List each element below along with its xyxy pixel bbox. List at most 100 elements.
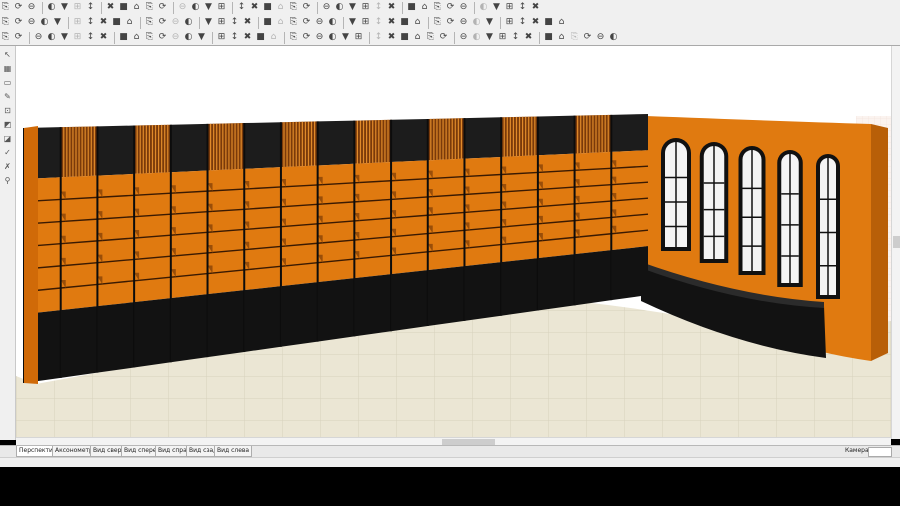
toolbar-button-icon[interactable]: ⊞ <box>497 32 508 43</box>
toolbar-button-icon[interactable]: ◐ <box>46 2 57 13</box>
toolbar-button-icon[interactable]: ⌂ <box>556 17 567 28</box>
toolbar-button-icon[interactable]: ⎘ <box>0 17 11 28</box>
toolbar-button-icon[interactable]: ⟳ <box>445 2 456 13</box>
toolbar-button-icon[interactable]: ✖ <box>98 17 109 28</box>
toolbar-button-icon[interactable]: ◐ <box>334 2 345 13</box>
toolbar-button-icon[interactable]: ⎘ <box>0 2 11 13</box>
camera-select[interactable] <box>868 447 892 457</box>
toolbar-button-icon[interactable]: ↕ <box>85 2 96 13</box>
toolbar-button-icon[interactable]: ⊖ <box>177 2 188 13</box>
palette-tool-icon[interactable]: ⚲ <box>2 175 13 186</box>
toolbar-button-icon[interactable]: ⟳ <box>301 32 312 43</box>
toolbar-button-icon[interactable]: ⊖ <box>314 17 325 28</box>
toolbar-button-icon[interactable]: ⟳ <box>157 17 168 28</box>
toolbar-button-icon[interactable]: ◐ <box>608 32 619 43</box>
toolbar-button-icon[interactable]: ⊖ <box>458 32 469 43</box>
toolbar-button-icon[interactable]: ⟳ <box>157 32 168 43</box>
toolbar-button-icon[interactable]: ⊞ <box>72 2 83 13</box>
toolbar-button-icon[interactable]: ✖ <box>386 2 397 13</box>
toolbar-button-icon[interactable]: ✖ <box>98 32 109 43</box>
toolbar-button-icon[interactable]: ⌂ <box>412 17 423 28</box>
toolbar-button-icon[interactable]: ⎘ <box>425 32 436 43</box>
toolbar-button-icon[interactable]: ⊖ <box>321 2 332 13</box>
toolbar-button-icon[interactable]: ⎘ <box>144 2 155 13</box>
toolbar-button-icon[interactable]: ⌂ <box>131 32 142 43</box>
toolbar-button-icon[interactable]: ◐ <box>39 17 50 28</box>
toolbar-button-icon[interactable]: ⎘ <box>288 17 299 28</box>
toolbar-button-icon[interactable]: ↕ <box>229 32 240 43</box>
toolbar-button-icon[interactable]: ↕ <box>517 2 528 13</box>
toolbar-button-icon[interactable]: ⊞ <box>504 17 515 28</box>
palette-tool-icon[interactable]: ✓ <box>2 147 13 158</box>
toolbar-button-icon[interactable]: ◐ <box>183 32 194 43</box>
toolbar-button-icon[interactable]: ▼ <box>196 32 207 43</box>
toolbar-button-icon[interactable]: ↕ <box>517 17 528 28</box>
palette-tool-icon[interactable]: ◩ <box>2 119 13 130</box>
3d-viewport[interactable] <box>16 46 891 437</box>
toolbar-button-icon[interactable]: ↕ <box>510 32 521 43</box>
toolbar-button-icon[interactable]: ⌂ <box>556 32 567 43</box>
toolbar-button-icon[interactable]: ◐ <box>327 17 338 28</box>
toolbar-button-icon[interactable]: ⊖ <box>170 17 181 28</box>
toolbar-button-icon[interactable]: ◐ <box>471 17 482 28</box>
toolbar-button-icon[interactable]: ⊞ <box>216 2 227 13</box>
toolbar-button-icon[interactable]: ⊖ <box>314 32 325 43</box>
toolbar-button-icon[interactable]: ■ <box>111 17 122 28</box>
toolbar-button-icon[interactable]: ■ <box>543 32 554 43</box>
toolbar-button-icon[interactable]: ⟳ <box>582 32 593 43</box>
toolbar-button-icon[interactable]: ⟳ <box>13 17 24 28</box>
palette-tool-icon[interactable]: ▭ <box>2 77 13 88</box>
toolbar-button-icon[interactable]: ⎘ <box>288 32 299 43</box>
toolbar-button-icon[interactable]: ⎘ <box>432 17 443 28</box>
toolbar-button-icon[interactable]: ⌂ <box>275 2 286 13</box>
toolbar-button-icon[interactable]: ↕ <box>85 32 96 43</box>
toolbar-button-icon[interactable]: ⌂ <box>268 32 279 43</box>
toolbar-button-icon[interactable]: ↕ <box>373 32 384 43</box>
toolbar-button-icon[interactable]: ⊞ <box>504 2 515 13</box>
toolbar-button-icon[interactable]: ⌂ <box>412 32 423 43</box>
toolbar-button-icon[interactable]: ▼ <box>347 17 358 28</box>
toolbar-button-icon[interactable]: ⟳ <box>438 32 449 43</box>
toolbar-button-icon[interactable]: ⟳ <box>301 17 312 28</box>
toolbar-button-icon[interactable]: ▼ <box>484 32 495 43</box>
toolbar-button-icon[interactable]: ▼ <box>484 17 495 28</box>
palette-tool-icon[interactable]: ⊡ <box>2 105 13 116</box>
toolbar-button-icon[interactable]: ◐ <box>471 32 482 43</box>
toolbar-button-icon[interactable]: ⊞ <box>216 17 227 28</box>
toolbar-button-icon[interactable]: ⟳ <box>13 2 24 13</box>
toolbar-button-icon[interactable]: ⊞ <box>72 32 83 43</box>
toolbar-button-icon[interactable]: ■ <box>118 2 129 13</box>
toolbar-button-icon[interactable]: ⎘ <box>288 2 299 13</box>
toolbar-button-icon[interactable]: ◐ <box>190 2 201 13</box>
toolbar-button-icon[interactable]: ■ <box>406 2 417 13</box>
vertical-scroll-thumb[interactable] <box>893 236 900 248</box>
toolbar-button-icon[interactable]: ⌂ <box>131 2 142 13</box>
toolbar-button-icon[interactable]: ◐ <box>46 32 57 43</box>
toolbar-button-icon[interactable]: ✖ <box>242 32 253 43</box>
toolbar-button-icon[interactable]: ✖ <box>386 32 397 43</box>
toolbar-button-icon[interactable]: ⎘ <box>569 32 580 43</box>
toolbar-button-icon[interactable]: ⊖ <box>33 32 44 43</box>
palette-tool-icon[interactable]: ◪ <box>2 133 13 144</box>
toolbar-button-icon[interactable]: ✖ <box>242 17 253 28</box>
toolbar-button-icon[interactable]: ▼ <box>203 2 214 13</box>
toolbar-button-icon[interactable]: ■ <box>543 17 554 28</box>
toolbar-button-icon[interactable]: ⎘ <box>0 32 11 43</box>
toolbar-button-icon[interactable]: ⊖ <box>458 2 469 13</box>
toolbar-button-icon[interactable]: ⌂ <box>275 17 286 28</box>
toolbar-button-icon[interactable]: ⊖ <box>458 17 469 28</box>
palette-tool-icon[interactable]: ✎ <box>2 91 13 102</box>
palette-tool-icon[interactable]: ▦ <box>2 63 13 74</box>
toolbar-button-icon[interactable]: ⟳ <box>301 2 312 13</box>
toolbar-button-icon[interactable]: ■ <box>262 2 273 13</box>
toolbar-button-icon[interactable]: ▼ <box>59 32 70 43</box>
toolbar-button-icon[interactable]: ▼ <box>59 2 70 13</box>
toolbar-button-icon[interactable]: ⎘ <box>144 17 155 28</box>
toolbar-button-icon[interactable]: ⟳ <box>445 17 456 28</box>
toolbar-button-icon[interactable]: ✖ <box>386 17 397 28</box>
toolbar-button-icon[interactable]: ■ <box>255 32 266 43</box>
toolbar-button-icon[interactable]: ▼ <box>491 2 502 13</box>
toolbar-button-icon[interactable]: ✖ <box>530 2 541 13</box>
toolbar-button-icon[interactable]: ↕ <box>85 17 96 28</box>
toolbar-button-icon[interactable]: ↕ <box>236 2 247 13</box>
